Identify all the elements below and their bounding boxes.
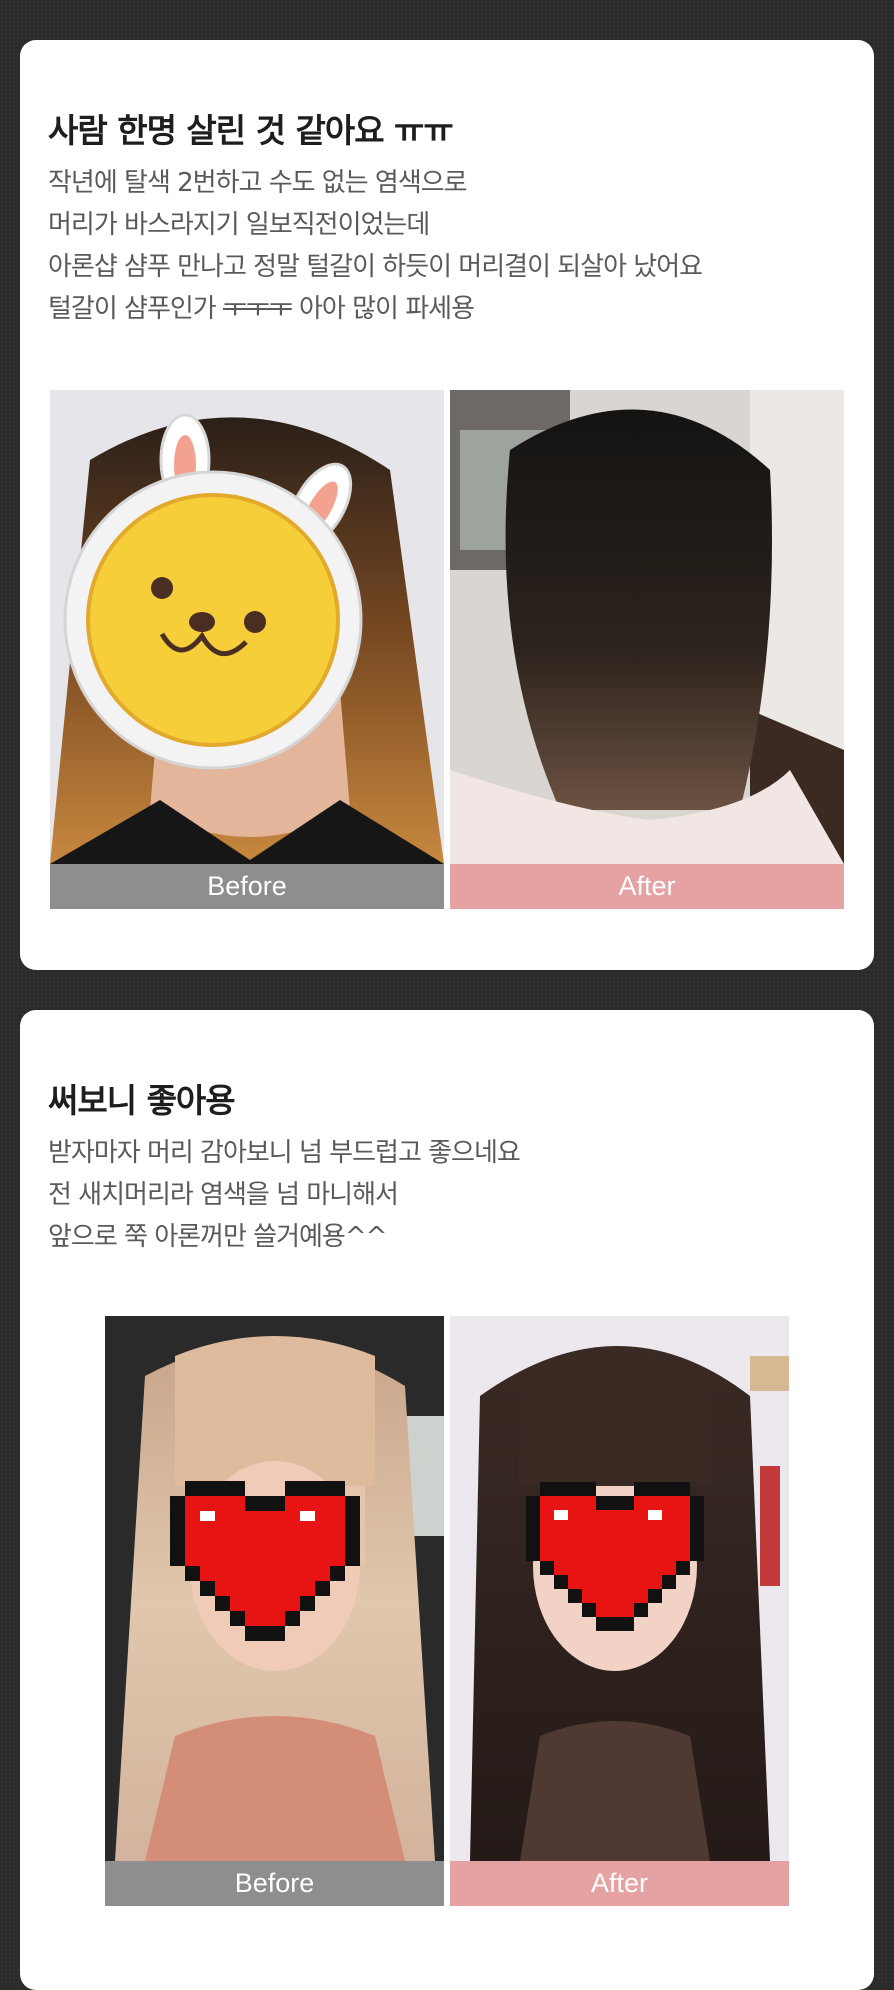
after-photo: [450, 390, 844, 864]
before-photo: [50, 390, 444, 864]
review-line: 받자마자 머리 감아보니 넘 부드럽고 좋으네요: [48, 1138, 521, 1168]
review-line: 작년에 탈색 2번하고 수도 없는 염색으로: [48, 168, 468, 198]
before-photo: [105, 1316, 444, 1861]
review-line: 앞으로 쭉 아론꺼만 쓸거예용^^: [48, 1222, 387, 1252]
review-body: 받자마자 머리 감아보니 넘 부드럽고 좋으네요 전 새치머리라 염색을 넘 마…: [48, 1132, 521, 1258]
review-card-2: 써보니 좋아용 받자마자 머리 감아보니 넘 부드럽고 좋으네요 전 새치머리라…: [20, 1010, 874, 1990]
before-label: Before: [50, 864, 444, 909]
review-line: 아론샵 샴푸 만나고 정말 털갈이 하듯이 머리결이 되살아 났어요: [48, 252, 703, 282]
review-card-1: 사람 한명 살린 것 같아요 ㅠㅠ 작년에 탈색 2번하고 수도 없는 염색으로…: [20, 40, 874, 970]
review-title: 써보니 좋아용: [48, 1081, 236, 1120]
after-label: After: [450, 1861, 789, 1906]
review-title: 사람 한명 살린 것 같아요 ㅠㅠ: [48, 111, 454, 150]
review-line: 머리가 바스라지기 일보직전이었는데: [48, 210, 430, 240]
review-line: 털갈이 샴푸인가 ㅜㅜㅜ 아아 많이 파세용: [48, 294, 475, 324]
before-label: Before: [105, 1861, 444, 1906]
after-label: After: [450, 864, 844, 909]
review-line: 전 새치머리라 염색을 넘 마니해서: [48, 1180, 399, 1210]
review-body: 작년에 탈색 2번하고 수도 없는 염색으로 머리가 바스라지기 일보직전이었는…: [48, 162, 703, 330]
after-photo: [450, 1316, 789, 1861]
